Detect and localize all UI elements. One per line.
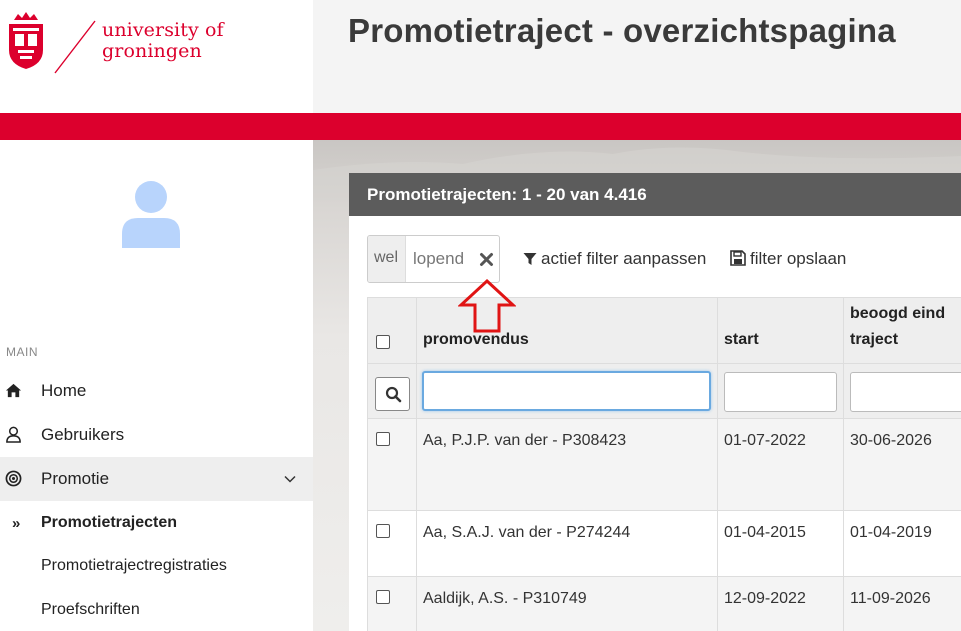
- cell-start: 12-09-2022: [718, 577, 844, 631]
- save-filter-button[interactable]: filter opslaan: [730, 249, 846, 269]
- select-all-header: [367, 297, 417, 364]
- save-icon: [730, 250, 746, 266]
- sidebar-item-gebruikers[interactable]: Gebruikers: [0, 413, 313, 457]
- annotation-arrow-icon: [458, 278, 516, 333]
- panel-title: Promotietrajecten: 1 - 20 van 4.416: [349, 173, 961, 216]
- filter-input-promovendus[interactable]: [422, 371, 711, 411]
- filter-cell-eind: [844, 364, 961, 419]
- row-checkbox[interactable]: [376, 524, 390, 538]
- sidebar-subitem-label: Promotietrajectregistraties: [41, 557, 227, 574]
- logo-area: university of groningen: [0, 0, 313, 113]
- search-button[interactable]: [375, 377, 410, 411]
- brand-bar: [0, 113, 961, 140]
- save-filter-label: filter opslaan: [750, 249, 847, 268]
- sidebar: MAIN Home Gebruikers Promotie » Promotie…: [0, 140, 313, 631]
- current-page-marker: »: [12, 514, 21, 532]
- sidebar-item-label: Promotie: [41, 469, 110, 488]
- sidebar-item-home[interactable]: Home: [0, 369, 313, 413]
- table-row: [367, 419, 417, 511]
- filter-chip-value: lopend: [413, 249, 465, 268]
- column-header-beoogd-eind-traject[interactable]: beoogd eind traject: [844, 297, 961, 364]
- sidebar-subitem-promotietrajecten[interactable]: » Promotietrajecten: [0, 503, 313, 543]
- logo-divider: [54, 20, 96, 74]
- sidebar-subitem-proefschriften[interactable]: Proefschriften: [0, 590, 313, 630]
- target-icon: [5, 470, 22, 487]
- table-row: [367, 577, 417, 631]
- trajecten-table: promovendus start beoogd eind traject Aa…: [367, 297, 961, 631]
- sidebar-subitem-label: Promotietrajecten: [41, 514, 178, 531]
- sidebar-item-label: Home: [41, 381, 87, 400]
- edit-filter-label: actief filter aanpassen: [541, 249, 707, 268]
- edit-filter-button[interactable]: actief filter aanpassen: [523, 249, 706, 269]
- search-cell: [367, 364, 417, 419]
- cell-start: 01-04-2015: [718, 511, 844, 577]
- select-all-checkbox[interactable]: [376, 335, 390, 349]
- search-icon: [385, 386, 402, 403]
- trajecten-panel: Promotietrajecten: 1 - 20 van 4.416 wel …: [349, 173, 961, 631]
- sidebar-item-promotie[interactable]: Promotie: [0, 457, 313, 501]
- logo-line-2: groningen: [102, 40, 202, 62]
- sidebar-subitem-promotietrajectregistraties[interactable]: Promotietrajectregistraties: [0, 546, 313, 586]
- cell-promovendus[interactable]: Aa, S.A.J. van der - P274244: [417, 511, 718, 577]
- home-icon: [5, 383, 22, 398]
- university-wordmark: university of groningen: [102, 20, 224, 62]
- page-title: Promotietraject - overzichtspagina: [348, 12, 896, 49]
- active-filter-chip: wel lopend: [367, 235, 500, 283]
- cell-eind: 11-09-2026: [844, 577, 961, 631]
- sidebar-item-label: Gebruikers: [41, 425, 125, 444]
- remove-filter-icon[interactable]: [479, 252, 494, 267]
- cell-start: 01-07-2022: [718, 419, 844, 511]
- filter-input-start[interactable]: [724, 372, 837, 412]
- row-checkbox[interactable]: [376, 590, 390, 604]
- user-icon: [6, 426, 21, 443]
- chevron-down-icon[interactable]: [283, 472, 297, 486]
- filter-cell-start: [718, 364, 844, 419]
- cell-promovendus[interactable]: Aa, P.J.P. van der - P308423: [417, 419, 718, 511]
- sidebar-section-label: MAIN: [6, 345, 38, 359]
- table-row: [367, 511, 417, 577]
- sidebar-subitem-label: Proefschriften: [41, 601, 140, 618]
- column-header-start[interactable]: start: [718, 297, 844, 364]
- filter-chip-key: wel: [368, 236, 406, 282]
- filter-cell-promovendus: [417, 364, 718, 419]
- avatar-icon[interactable]: [120, 180, 182, 248]
- filter-icon: [523, 253, 537, 265]
- cell-eind: 01-04-2019: [844, 511, 961, 577]
- row-checkbox[interactable]: [376, 432, 390, 446]
- logo-line-1: university of: [102, 19, 224, 41]
- cell-promovendus[interactable]: Aaldijk, A.S. - P310749: [417, 577, 718, 631]
- cell-eind: 30-06-2026: [844, 419, 961, 511]
- university-crest-icon: [9, 12, 43, 69]
- filter-input-eind[interactable]: [850, 372, 961, 412]
